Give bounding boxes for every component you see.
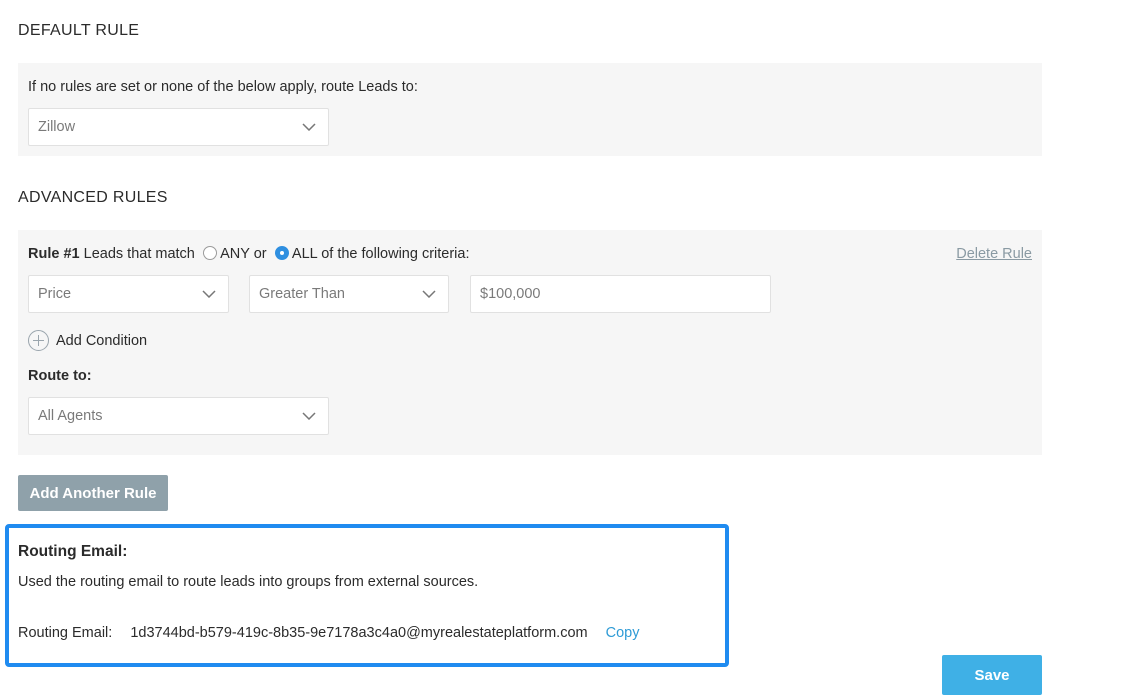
match-all-radio[interactable] — [274, 246, 289, 260]
save-button[interactable]: Save — [942, 655, 1042, 695]
chevron-down-icon — [302, 412, 316, 420]
chevron-down-icon — [202, 290, 216, 298]
plus-circle-icon — [28, 330, 49, 351]
condition-field-value: Price — [38, 286, 72, 302]
chevron-down-icon — [422, 290, 436, 298]
copy-email-link[interactable]: Copy — [606, 625, 640, 641]
match-any-label: ANY — [220, 246, 250, 262]
match-any-radio[interactable] — [202, 246, 217, 260]
rule-number: Rule #1 — [28, 246, 80, 262]
default-route-select[interactable]: Zillow — [28, 108, 329, 146]
match-all-label: ALL of the following criteria: — [291, 246, 470, 262]
delete-rule-link[interactable]: Delete Rule — [956, 246, 1032, 262]
add-condition-label: Add Condition — [56, 332, 148, 349]
routing-email-row: Routing Email: 1d3744bd-b579-419c-8b35-9… — [18, 625, 640, 641]
routing-email-label: Routing Email: — [18, 625, 113, 641]
condition-value-input[interactable]: $100,000 — [470, 275, 771, 313]
chevron-down-icon — [302, 123, 316, 131]
rule-match-text: Leads that match — [83, 246, 195, 262]
condition-operator-value: Greater Than — [259, 286, 345, 302]
rule-header: Rule #1 Leads that match ANY or ALL of t… — [28, 246, 470, 262]
default-rule-panel: If no rules are set or none of the below… — [18, 63, 1042, 156]
routing-email-heading: Routing Email: — [18, 543, 128, 560]
condition-operator-select[interactable]: Greater Than — [249, 275, 449, 313]
advanced-rules-heading: ADVANCED RULES — [18, 189, 168, 206]
add-another-rule-button[interactable]: Add Another Rule — [18, 475, 168, 511]
route-to-label: Route to: — [28, 368, 92, 384]
routing-email-address: 1d3744bd-b579-419c-8b35-9e7178a3c4a0@myr… — [130, 625, 588, 641]
route-to-select[interactable]: All Agents — [28, 397, 329, 435]
condition-field-select[interactable]: Price — [28, 275, 229, 313]
routing-email-description: Used the routing email to route leads in… — [18, 574, 479, 590]
rule-panel: Rule #1 Leads that match ANY or ALL of t… — [18, 230, 1042, 455]
default-rule-heading: DEFAULT RULE — [18, 22, 140, 39]
match-or-text: or — [253, 246, 267, 262]
default-route-select-value: Zillow — [38, 119, 76, 135]
add-condition-button[interactable]: Add Condition — [28, 330, 147, 351]
default-rule-description: If no rules are set or none of the below… — [28, 79, 418, 95]
route-to-select-value: All Agents — [38, 408, 103, 424]
